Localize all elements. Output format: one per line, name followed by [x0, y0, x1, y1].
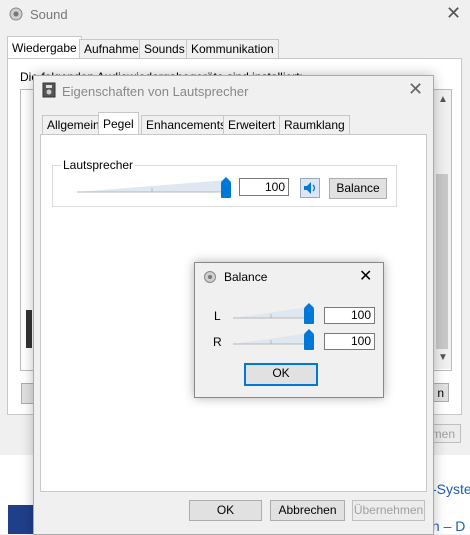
properties-close-icon[interactable]: ✕ — [408, 79, 423, 100]
balance-left-value[interactable]: 100 — [324, 307, 375, 324]
sound-window-title: Sound — [30, 7, 68, 22]
mute-button[interactable] — [300, 178, 320, 198]
balance-left-label: L — [214, 309, 221, 323]
background-link-1[interactable]: -Syster — [432, 481, 470, 497]
tab-pegel[interactable]: Pegel — [98, 112, 139, 135]
lautsprecher-group: Lautsprecher 100 Balance — [52, 158, 397, 207]
tab-sounds[interactable]: Sounds — [139, 39, 190, 59]
tab-erweitert[interactable]: Erweitert — [223, 115, 281, 135]
tab-raumklang[interactable]: Raumklang — [279, 115, 350, 135]
balance-dialog-title: Balance — [224, 270, 268, 284]
lautsprecher-group-label: Lautsprecher — [61, 158, 136, 172]
balance-button[interactable]: Balance — [329, 178, 387, 199]
scrollbar-thumb[interactable] — [436, 174, 448, 349]
tab-allgemein[interactable]: Allgemein — [42, 115, 105, 135]
tab-wiedergabe[interactable]: Wiedergabe — [7, 36, 82, 59]
device-list-scrollbar[interactable]: ▲ ▼ — [433, 90, 451, 369]
properties-apply-button[interactable]: Übernehmen — [352, 500, 425, 521]
properties-cancel-button[interactable]: Abbrechen — [270, 500, 345, 521]
tab-aufnahme[interactable]: Aufnahme — [79, 39, 144, 59]
balance-left-ramp — [233, 307, 309, 319]
device-list-item-marker — [26, 310, 32, 348]
properties-dialog-title: Eigenschaften von Lautsprecher — [62, 84, 249, 99]
balance-right-thumb[interactable] — [304, 329, 314, 350]
balance-right-slider[interactable] — [233, 329, 314, 350]
tab-kommunikation[interactable]: Kommunikation — [186, 39, 279, 59]
volume-slider[interactable] — [77, 177, 232, 198]
properties-ok-button[interactable]: OK — [189, 500, 262, 521]
balance-left-slider[interactable] — [233, 303, 314, 324]
balance-ok-button[interactable]: OK — [244, 363, 318, 386]
speaker-icon — [304, 182, 316, 194]
balance-right-value[interactable]: 100 — [324, 333, 375, 350]
volume-slider-ramp — [77, 180, 227, 193]
balance-left-thumb[interactable] — [304, 303, 314, 324]
balance-app-icon — [204, 271, 216, 283]
scroll-up-icon[interactable]: ▲ — [438, 94, 448, 105]
sound-app-icon — [9, 7, 23, 21]
speaker-device-icon — [42, 82, 56, 98]
balance-right-ramp — [233, 333, 309, 345]
sound-close-icon[interactable]: ✕ — [446, 3, 461, 24]
volume-value-field[interactable]: 100 — [239, 178, 289, 196]
scroll-down-icon[interactable]: ▼ — [438, 352, 448, 363]
volume-slider-thumb[interactable] — [221, 177, 231, 198]
tab-enhancements[interactable]: Enhancements — [141, 115, 232, 135]
balance-right-label: R — [213, 335, 222, 349]
balance-dialog: Balance ✕ L 100 R 100 OK — [194, 262, 384, 398]
balance-close-icon[interactable]: ✕ — [359, 266, 372, 286]
